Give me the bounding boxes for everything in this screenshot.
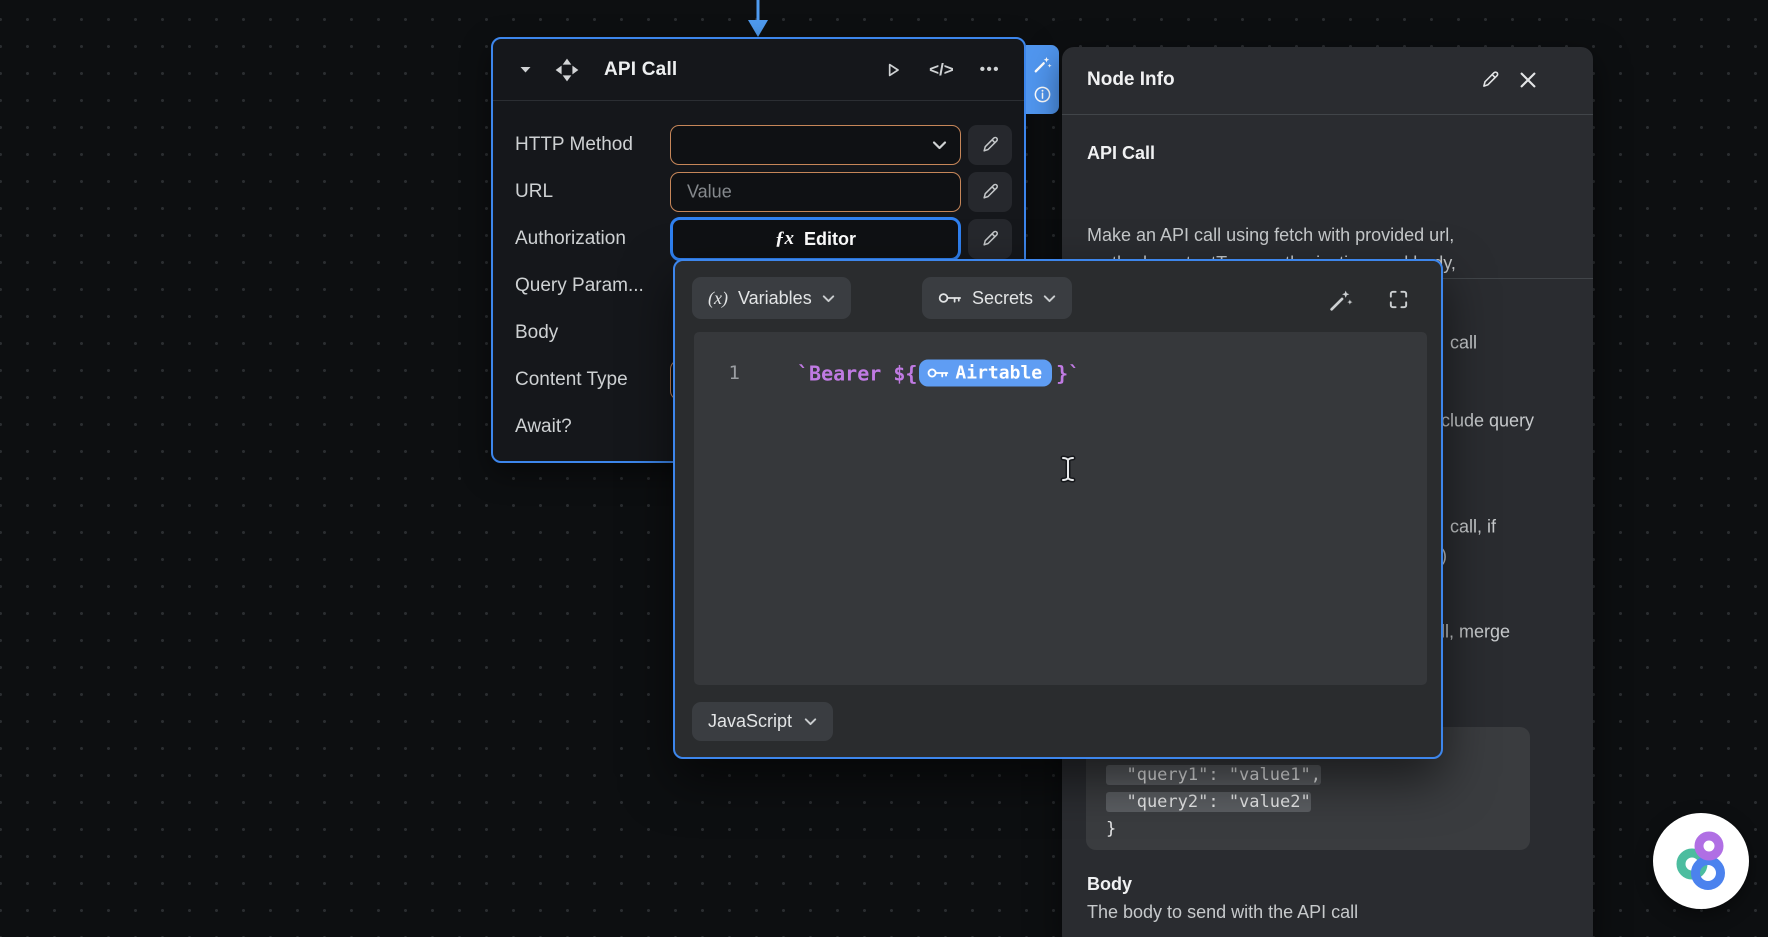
key-icon (938, 290, 962, 306)
secrets-dropdown[interactable]: Secrets (922, 277, 1072, 319)
occluded-text-fragment: call (1450, 333, 1477, 354)
field-label-url: URL (515, 181, 553, 203)
language-dropdown[interactable]: JavaScript (692, 702, 833, 741)
field-label-http-method: HTTP Method (515, 134, 633, 156)
chevron-down-icon (804, 717, 817, 726)
code-line: } (1106, 819, 1116, 839)
key-icon (927, 366, 949, 381)
url-placeholder: Value (687, 182, 732, 203)
variables-dropdown[interactable]: (x) Variables (692, 277, 851, 319)
http-method-select[interactable] (670, 125, 961, 165)
code-line: "query2": "value2" (1106, 792, 1311, 812)
field-label-await: Await? (515, 416, 572, 438)
magic-wand-icon[interactable] (1328, 288, 1353, 313)
info-body-heading: Body (1087, 874, 1132, 895)
secrets-label: Secrets (972, 288, 1033, 309)
chevron-down-icon (932, 140, 947, 150)
run-node-button[interactable] (883, 60, 903, 80)
collapse-chevron-icon[interactable] (519, 65, 532, 74)
variables-label: Variables (738, 288, 812, 309)
description-line: Make an API call using fetch with provid… (1087, 221, 1456, 249)
editor-button-label: Editor (804, 229, 856, 250)
line-number: 1 (718, 362, 740, 384)
chevron-down-icon (1043, 294, 1056, 303)
workflow-canvas: API Call </> ••• HTTP Method URL Value (0, 0, 1768, 937)
info-body-text: The body to send with the API call (1087, 902, 1358, 923)
buildship-logo[interactable] (1653, 813, 1749, 909)
authorization-editor-button[interactable]: ƒx Editor (670, 217, 961, 261)
code-view-button[interactable]: </> (929, 60, 954, 80)
edit-authorization-button[interactable] (968, 219, 1012, 259)
code-editor-area[interactable]: 1 `Bearer ${ Airtable }` (694, 332, 1427, 685)
text-cursor-icon (1057, 454, 1079, 484)
code-line-1: `Bearer ${ Airtable }` (797, 360, 1080, 387)
occluded-text-fragment: clude query (1441, 411, 1534, 432)
fx-icon: ƒx (775, 228, 794, 250)
field-label-authorization: Authorization (515, 228, 626, 250)
divider (1062, 114, 1593, 115)
fullscreen-icon[interactable] (1387, 288, 1410, 311)
edit-info-button[interactable] (1480, 70, 1501, 91)
more-options-button[interactable]: ••• (980, 61, 1000, 78)
code-text: }` (1056, 361, 1080, 385)
secret-chip-label: Airtable (955, 363, 1042, 384)
node-header: API Call </> ••• (493, 39, 1024, 101)
edit-url-button[interactable] (968, 172, 1012, 212)
node-side-tab (1026, 45, 1059, 114)
chevron-down-icon (822, 294, 835, 303)
code-text: `Bearer ${ (797, 361, 917, 385)
field-label-content-type: Content Type (515, 369, 628, 391)
occluded-text-fragment: ll, merge (1441, 622, 1510, 643)
close-icon[interactable] (1520, 72, 1537, 89)
expression-editor-popup: (x) Variables Secrets (673, 259, 1443, 759)
url-input[interactable]: Value (670, 172, 961, 212)
field-label-query-params: Query Param... (515, 275, 644, 297)
variables-x-icon: (x) (708, 288, 728, 309)
secret-chip[interactable]: Airtable (919, 360, 1052, 387)
occluded-text-fragment: call, if (1450, 517, 1496, 538)
connector-arrow-icon (746, 0, 770, 38)
edit-http-method-button[interactable] (968, 125, 1012, 165)
info-node-heading: API Call (1087, 143, 1155, 164)
field-label-body: Body (515, 322, 558, 344)
move-handle-icon[interactable] (554, 57, 580, 83)
info-icon[interactable] (1033, 85, 1052, 104)
node-title: API Call (604, 59, 677, 81)
code-line: "query1": "value1", (1106, 765, 1321, 785)
magic-wand-icon[interactable] (1033, 55, 1052, 74)
node-info-title: Node Info (1087, 69, 1175, 91)
language-label: JavaScript (708, 711, 792, 732)
